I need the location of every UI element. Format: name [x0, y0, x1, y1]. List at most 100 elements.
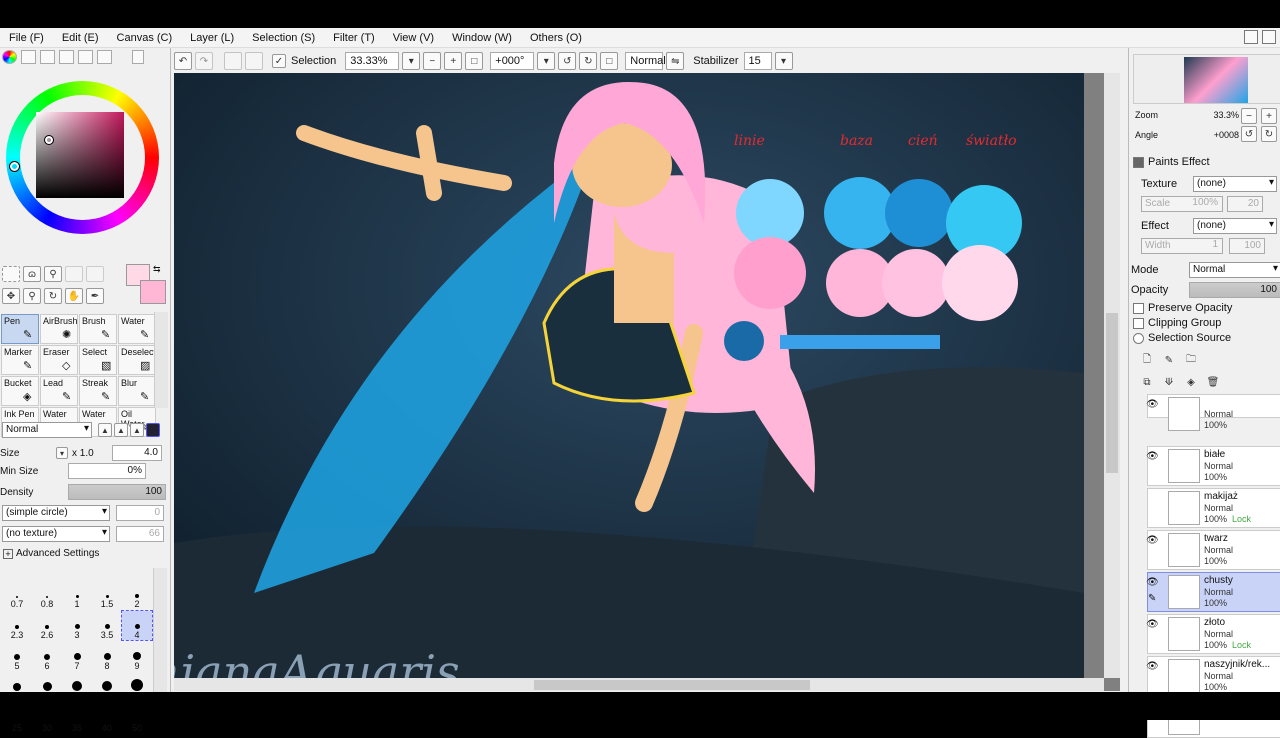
brush-size-preset[interactable]: 2.6: [32, 611, 62, 640]
nav-rotate-left-icon[interactable]: ↺: [1241, 126, 1257, 142]
tool-bucket[interactable]: Bucket ◈: [1, 376, 39, 406]
layer-visibility-eye-icon[interactable]: 👁: [1146, 451, 1160, 463]
layer-item[interactable]: 👁 chusty Normal 100% ✎: [1146, 572, 1280, 612]
brush-size-preset[interactable]: 8: [92, 642, 122, 671]
color-wheel-tab-icon[interactable]: [2, 50, 17, 64]
clipping-group-row[interactable]: Clipping Group: [1133, 317, 1221, 329]
brush-size-preset[interactable]: 3.5: [92, 611, 122, 640]
nav-zoom-out-icon[interactable]: −: [1241, 108, 1257, 124]
nav-zoom-in-icon[interactable]: +: [1261, 108, 1277, 124]
close-window-icon[interactable]: [1262, 30, 1276, 44]
color-mixer-tab-icon[interactable]: [59, 50, 74, 64]
saturation-value-square[interactable]: [36, 112, 124, 198]
layer-visibility-eye-icon[interactable]: [1146, 493, 1160, 505]
layer-visibility-eye-icon[interactable]: 👁: [1146, 535, 1160, 547]
preserve-opacity-row[interactable]: Preserve Opacity: [1133, 302, 1232, 314]
layer-opacity-slider[interactable]: 100: [1189, 282, 1280, 298]
restore-window-icon[interactable]: [1244, 30, 1258, 44]
menu-view[interactable]: View (V): [384, 32, 443, 44]
flip-icon[interactable]: ⇋: [666, 52, 685, 70]
tool-marker[interactable]: Marker ✎: [1, 345, 39, 375]
clear-layer-icon[interactable]: ◈: [1183, 374, 1199, 390]
brush-size-preset[interactable]: 1.5: [92, 580, 122, 609]
brush-size-preset[interactable]: 5: [2, 642, 32, 671]
rgb-slider-tab-icon[interactable]: [21, 50, 36, 64]
brush-shape-strength[interactable]: 0: [116, 505, 164, 521]
menu-filter[interactable]: Filter (T): [324, 32, 384, 44]
brush-size-preset[interactable]: 2: [122, 580, 152, 609]
menu-canvas[interactable]: Canvas (C): [108, 32, 182, 44]
min-size-value[interactable]: 0%: [68, 463, 146, 479]
zoom-dropdown-icon[interactable]: ▾: [402, 52, 421, 70]
density-slider[interactable]: 100: [68, 484, 166, 500]
menu-edit[interactable]: Edit (E): [53, 32, 108, 44]
brush-size-preset[interactable]: 6: [32, 642, 62, 671]
lasso-icon[interactable]: ɷ: [23, 266, 41, 282]
scratchpad-tab-icon[interactable]: [97, 50, 112, 64]
tool-streak[interactable]: Streak ✎: [79, 376, 117, 406]
transfer-down-icon[interactable]: ⟱: [1161, 374, 1177, 390]
layer-item[interactable]: 👁 Normal 100%: [1146, 394, 1280, 431]
blend-mode-dropdown[interactable]: Normal: [2, 422, 92, 438]
zoom-reset-icon[interactable]: □: [465, 52, 484, 70]
rotate-right-icon[interactable]: ↻: [579, 52, 598, 70]
undo-icon[interactable]: ↶: [174, 52, 192, 70]
canvas-hscroll-thumb[interactable]: [534, 680, 810, 690]
tool-deselect[interactable]: Deselect ▨: [118, 345, 156, 375]
zoom-icon[interactable]: ⚲: [23, 288, 41, 304]
nav-rotate-right-icon[interactable]: ↻: [1261, 126, 1277, 142]
brush-size-preset[interactable]: 9: [122, 642, 152, 671]
eyedropper-icon[interactable]: ✒: [86, 288, 104, 304]
brush-size-preset[interactable]: 4: [121, 610, 153, 641]
view-mode-field[interactable]: Normal: [625, 52, 666, 70]
paints-effect-header[interactable]: Paints Effect: [1133, 156, 1210, 168]
shape-square-icon[interactable]: [146, 423, 160, 437]
swatches-tab-icon[interactable]: [78, 50, 93, 64]
brush-size-preset[interactable]: 2.3: [2, 611, 32, 640]
layer-visibility-eye-icon[interactable]: 👁: [1146, 619, 1160, 631]
tool-water[interactable]: Water ✎: [118, 314, 156, 344]
size-multiplier[interactable]: x 1.0: [72, 448, 112, 459]
collapse-icon[interactable]: [1133, 156, 1144, 168]
invert-selection-icon[interactable]: [245, 52, 263, 70]
tool-select[interactable]: Select ▧: [79, 345, 117, 375]
tool-brush[interactable]: Brush ✎: [79, 314, 117, 344]
shape-soft-icon[interactable]: ▲: [130, 423, 144, 437]
clipping-group-checkbox[interactable]: [1133, 317, 1144, 329]
layer-item[interactable]: 👁 białe Normal 100%: [1146, 446, 1280, 486]
delete-layer-icon[interactable]: 🗑: [1205, 374, 1221, 390]
layer-visibility-eye-icon[interactable]: 👁: [1146, 399, 1160, 411]
size-value[interactable]: 4.0: [112, 445, 162, 461]
brush-size-preset[interactable]: 0.7: [2, 580, 32, 609]
layer-mode-dropdown[interactable]: Normal: [1189, 262, 1280, 278]
preserve-opacity-label[interactable]: Preserve Opacity: [1148, 302, 1232, 314]
artwork-canvas[interactable]: linie baza cień światło AshianaAquaris: [174, 73, 1120, 691]
stabilizer-field[interactable]: 15: [743, 52, 772, 70]
canvas-area[interactable]: linie baza cień światło AshianaAquaris: [174, 73, 1120, 691]
size-mult-icon[interactable]: ▾: [56, 447, 68, 459]
pe-texture-dropdown[interactable]: (none): [1193, 176, 1277, 192]
canvas-vscroll-thumb[interactable]: [1106, 313, 1118, 473]
zoom-out-icon[interactable]: −: [423, 52, 442, 70]
brush-size-preset[interactable]: 7: [62, 642, 92, 671]
expand-icon[interactable]: +: [3, 548, 13, 559]
shape-medium-icon[interactable]: ▲: [114, 423, 128, 437]
merge-down-icon[interactable]: ⧉: [1139, 374, 1155, 390]
rect-select-icon[interactable]: [2, 266, 20, 282]
menu-selection[interactable]: Selection (S): [243, 32, 324, 44]
secondary-color-swatch[interactable]: [140, 280, 166, 304]
zoom-field[interactable]: 33.33%: [345, 52, 400, 70]
layer-item[interactable]: 👁 twarz Normal 100%: [1146, 530, 1280, 570]
brush-texture-strength[interactable]: 66: [116, 526, 164, 542]
redo-icon[interactable]: ↷: [195, 52, 213, 70]
selection-source-label[interactable]: Selection Source: [1148, 332, 1231, 344]
selection-checkbox[interactable]: ✓: [272, 54, 286, 68]
tool-pen[interactable]: Pen ✎: [1, 314, 39, 344]
new-layer-icon[interactable]: 🗋: [1139, 352, 1155, 368]
navigator-preview[interactable]: [1133, 54, 1280, 104]
menu-file[interactable]: File (F): [0, 32, 53, 44]
tool-blur[interactable]: Blur ✎: [118, 376, 156, 406]
preserve-opacity-checkbox[interactable]: [1133, 302, 1144, 314]
stabilizer-dropdown-icon[interactable]: ▾: [774, 52, 793, 70]
deselect-icon[interactable]: [224, 52, 242, 70]
